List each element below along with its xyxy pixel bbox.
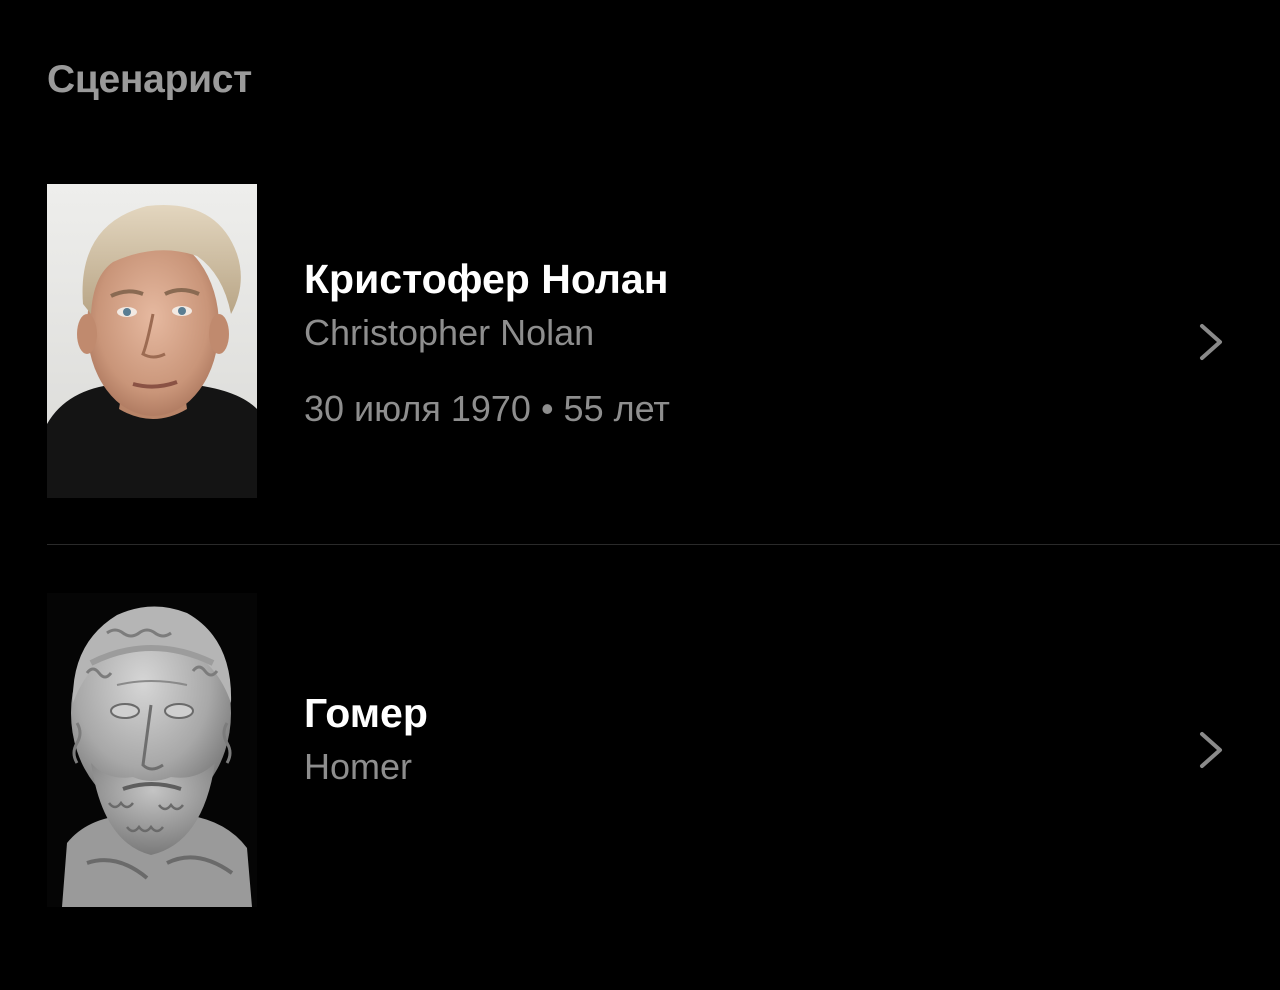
section-title: Сценарист <box>47 58 252 101</box>
person-original-name: Homer <box>304 746 413 787</box>
person-photo <box>47 593 257 907</box>
person-photo <box>47 184 257 498</box>
chevron-right-icon[interactable] <box>1196 728 1228 772</box>
person-name: Кристофер Нолан <box>304 256 669 302</box>
person-row-homer[interactable]: Гомер Homer <box>0 593 1280 908</box>
bust-photo-icon <box>47 593 257 907</box>
person-birth-info: 30 июля 1970 • 55 лет <box>304 388 670 429</box>
chevron-right-icon[interactable] <box>1196 320 1228 364</box>
row-divider <box>47 544 1280 545</box>
person-row-christopher-nolan[interactable]: Кристофер Нолан Christopher Nolan 30 июл… <box>0 184 1280 500</box>
portrait-photo-icon <box>47 184 257 498</box>
person-original-name: Christopher Nolan <box>304 312 595 353</box>
person-name: Гомер <box>304 690 428 736</box>
